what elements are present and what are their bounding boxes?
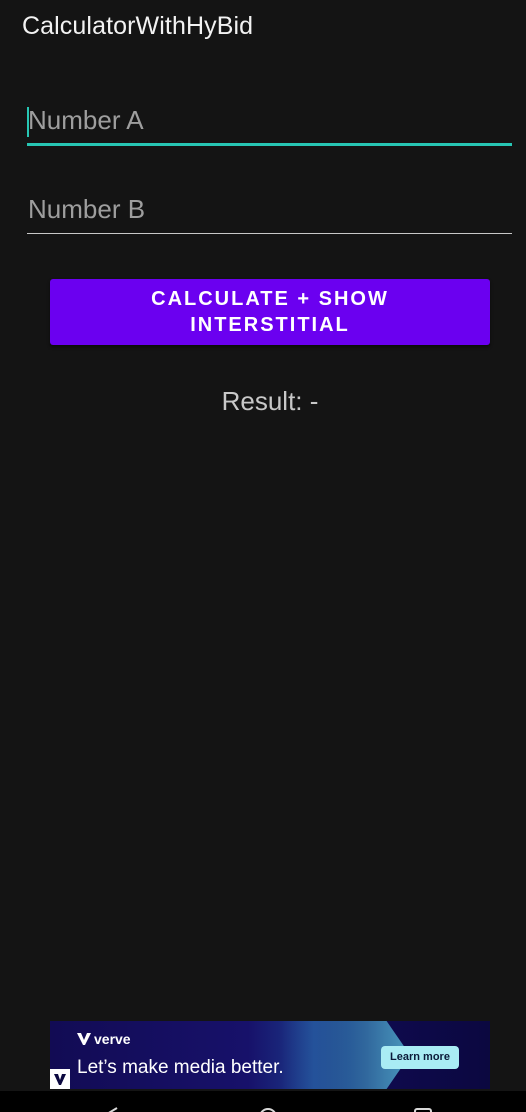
- ad-banner[interactable]: verve Let’s make media better. Learn mor…: [50, 1021, 490, 1089]
- ad-brand-name: verve: [94, 1031, 131, 1047]
- home-icon[interactable]: [258, 1107, 278, 1112]
- app-title: CalculatorWithHyBid: [22, 12, 254, 40]
- ad-brand: verve: [77, 1031, 131, 1047]
- ad-learn-more-button[interactable]: Learn more: [381, 1046, 459, 1069]
- result-text: Result: -: [221, 386, 319, 416]
- navigation-bar: [0, 1091, 526, 1112]
- verve-badge-icon[interactable]: [50, 1069, 70, 1089]
- verve-badge-mark-icon: [54, 1074, 66, 1085]
- verve-logo-icon: [77, 1033, 91, 1045]
- number-b-field[interactable]: [27, 186, 512, 234]
- number-a-input[interactable]: [27, 98, 512, 146]
- text-cursor: [27, 107, 29, 137]
- back-icon[interactable]: [105, 1107, 119, 1112]
- number-a-field[interactable]: [27, 98, 512, 146]
- recents-icon[interactable]: [413, 1107, 433, 1112]
- ad-headline: Let’s make media better.: [77, 1057, 284, 1078]
- number-b-input[interactable]: [27, 186, 512, 234]
- calculate-show-interstitial-button[interactable]: CALCULATE + SHOW INTERSTITIAL: [50, 279, 490, 345]
